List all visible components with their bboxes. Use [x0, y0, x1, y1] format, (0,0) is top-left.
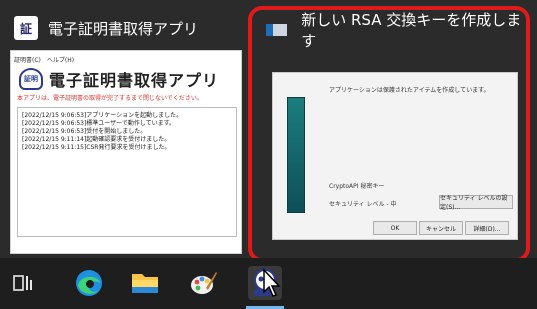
dialog-window-icon: [266, 24, 288, 36]
menu-item-help[interactable]: ヘルプ(H): [47, 55, 74, 64]
log-line: [2022/12/15 9:11:15]CSR発行要求を受付けました。: [22, 144, 171, 151]
log-line: [2022/12/15 9:11:14]起動確認要求を受付けました。: [22, 136, 171, 143]
details-button[interactable]: 詳細(D)...: [465, 221, 509, 235]
app-brand: 証明 電子証明書取得アプリ: [19, 67, 219, 91]
thumbnail-header: 新しい RSA 交換キーを作成します: [256, 8, 528, 52]
set-security-level-button[interactable]: セキュリティ レベルの設定(S)...: [439, 195, 513, 211]
app-logo-icon: 証明: [19, 68, 43, 90]
log-area: [2022/12/15 9:06:53]アプリケーションを起動しました。 [20…: [17, 107, 237, 237]
dialog-message: アプリケーションは保護されたアイテムを作成しています。: [329, 87, 490, 94]
log-line: [2022/12/15 9:06:53]受付を開始しました。: [22, 128, 147, 135]
certificate-app-window-preview: 証明書(C) ヘルプ(H) 証明 電子証明書取得アプリ 本アプリは、電子証明書の…: [10, 50, 242, 254]
window-thumbnail-certificate-app[interactable]: 証 電子証明書取得アプリ 証明書(C) ヘルプ(H) 証明 電子証明書取得アプリ…: [8, 8, 242, 254]
log-line: [2022/12/15 9:06:53]アプリケーションを起動しました。: [22, 112, 183, 119]
cancel-button[interactable]: キャンセル: [419, 221, 463, 235]
file-explorer-icon[interactable]: [128, 266, 162, 300]
menu-bar: 証明書(C) ヘルプ(H): [14, 55, 74, 64]
thumbnail-title: 新しい RSA 交換キーを作成します: [301, 11, 522, 50]
window-thumbnail-rsa-dialog[interactable]: 新しい RSA 交換キーを作成します アプリケーションは保護されたアイテムを作成…: [248, 6, 530, 262]
mouse-cursor-icon: [263, 268, 281, 297]
rsa-dialog-preview: アプリケーションは保護されたアイテムを作成しています。 CryptoAPI 秘密…: [272, 72, 518, 240]
app-brand-title: 電子証明書取得アプリ: [49, 71, 220, 90]
thumbnail-header: 証 電子証明書取得アプリ: [8, 8, 242, 48]
warning-text: 本アプリは、電子証明書の取得が完了するまで閉じないでください。: [17, 95, 203, 102]
thumbnail-title: 電子証明書取得アプリ: [48, 19, 199, 38]
certificate-app-icon: 証: [14, 16, 38, 40]
csp-label: CryptoAPI 秘密キー: [329, 183, 385, 190]
edge-icon[interactable]: [72, 266, 106, 300]
menu-item-certificate[interactable]: 証明書(C): [14, 55, 41, 64]
security-level-label: セキュリティ レベル - 中: [329, 201, 397, 208]
dialog-side-image: [287, 97, 305, 213]
log-line: [2022/12/15 9:06:53]標準ユーザーで動作しています。: [22, 120, 176, 127]
task-view-icon[interactable]: [6, 266, 40, 300]
taskbar: [0, 258, 537, 309]
ok-button[interactable]: OK: [373, 221, 417, 235]
paint-icon[interactable]: [186, 266, 220, 300]
